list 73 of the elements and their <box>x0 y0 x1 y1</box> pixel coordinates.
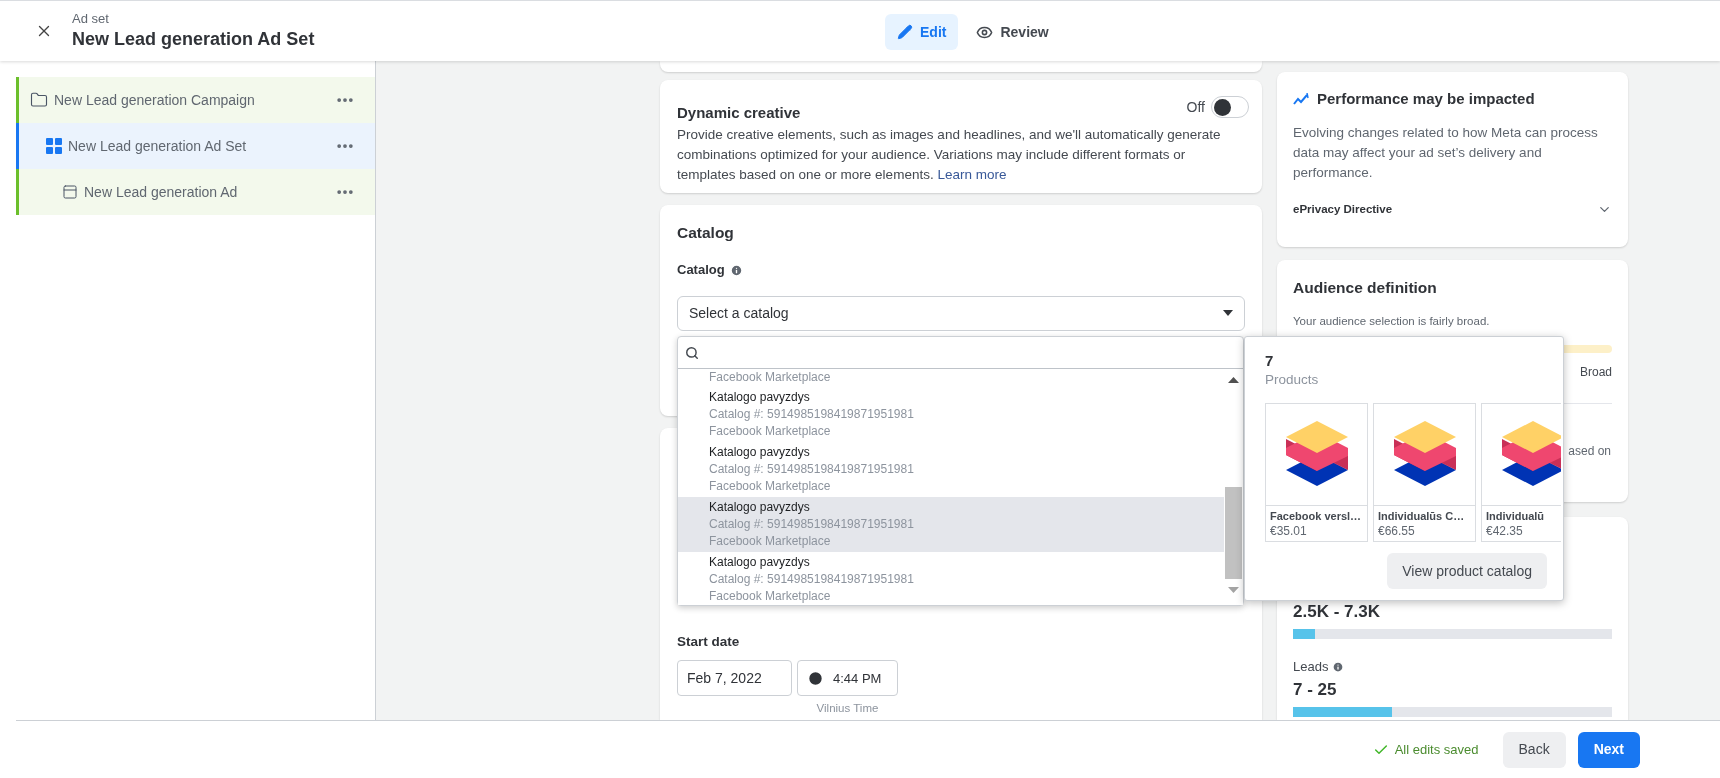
product-card[interactable]: Facebook versl… €35.01 <box>1265 403 1368 542</box>
catalog-select[interactable]: Select a catalog <box>677 295 1245 331</box>
caret-icon <box>1223 310 1233 317</box>
product-count-label: Products <box>1265 371 1320 389</box>
window-icon <box>62 184 78 200</box>
product-price: €35.01 <box>1270 524 1308 539</box>
catalog-marketplace: Facebook Marketplace <box>709 588 832 605</box>
catalog-option[interactable]: Katalogo pavyzdys Catalog #: 5914985198419871951981 Facebook Marketplace <box>678 497 1224 552</box>
product-name: Facebook versl… <box>1270 509 1362 524</box>
product-price: €42.35 <box>1486 524 1524 539</box>
toggle-switch[interactable] <box>1211 96 1249 118</box>
back-button[interactable]: Back <box>1502 731 1566 768</box>
product-name: Individualū <box>1486 509 1545 524</box>
catalog-number: Catalog #: 5914985198419871951981 <box>709 571 915 588</box>
catalog-number: Catalog #: 5914985198419871951981 <box>709 406 915 423</box>
catalog-name: Katalogo pavyzdys <box>709 499 811 516</box>
product-price: €66.55 <box>1378 524 1416 539</box>
accordion-header[interactable]: ePrivacy Directive <box>1293 200 1612 218</box>
learn-more-link[interactable]: Learn more <box>937 166 1007 182</box>
card-title: Performance may be impacted <box>1317 89 1535 109</box>
scroll-up-icon[interactable] <box>1228 377 1239 383</box>
card-text: Evolving changes related to how Meta can process data may affect your ad set’s delivery and performance. <box>1293 123 1599 182</box>
scroll-down-icon[interactable] <box>1228 587 1239 593</box>
card-text: ased on <box>1568 442 1611 460</box>
trend-icon <box>1293 92 1309 106</box>
date-field[interactable]: Feb 7, 2022 <box>677 660 792 697</box>
catalog-marketplace: Facebook Marketplace <box>709 478 832 495</box>
section-description: Provide creative elements, such as images and headlines, and we'll automatically generate combinations optimized for your audience. Variations may include different formats or templates based on one or more elements. Learn more <box>677 125 1222 184</box>
folder-icon <box>30 91 48 109</box>
info-icon[interactable] <box>1332 660 1345 673</box>
field-label: Catalog <box>677 261 725 280</box>
header-subtitle: Ad set <box>72 11 110 27</box>
tree-item[interactable]: New Lead generation Ad <box>16 169 375 215</box>
next-button[interactable]: Next <box>1577 731 1640 768</box>
header-title: New Lead generation Ad Set <box>72 28 315 51</box>
catalog-number: Catalog #: 5914985198419871951981 <box>709 516 915 533</box>
time-field[interactable]: 4:44 PM <box>797 660 898 697</box>
product-count: 7 <box>1265 351 1275 371</box>
catalog-name: Katalogo pavyzdys <box>709 444 811 461</box>
info-icon[interactable] <box>729 263 743 277</box>
pencil-icon <box>897 24 913 40</box>
scrollbar[interactable] <box>1224 369 1243 605</box>
product-card[interactable]: Individualūs C… €66.55 <box>1373 403 1476 542</box>
timezone-label: Vilnius Time <box>816 701 879 717</box>
estimate-value: 2.5K - 7.3K <box>1293 601 1381 623</box>
tree-item-label: New Lead generation Campaign <box>54 90 256 110</box>
catalog-marketplace: Facebook Marketplace <box>709 423 832 440</box>
catalog-marketplace: Facebook Marketplace <box>709 533 832 550</box>
toggle-label: Off <box>1186 97 1205 117</box>
grid-icon <box>46 138 62 154</box>
save-status: All edits saved <box>1394 740 1479 759</box>
catalog-marketplace: Facebook Marketplace <box>709 369 832 386</box>
card-title: Audience definition <box>1293 278 1438 298</box>
catalog-name: Katalogo pavyzdys <box>709 389 811 406</box>
catalog-option[interactable]: Katalogo pavyzdys Catalog #: 5914985198419871951981 Facebook Marketplace <box>678 552 1224 605</box>
mode-tab[interactable]: Edit <box>885 14 959 50</box>
search-icon <box>685 345 699 360</box>
meter-label: Broad <box>1579 363 1612 381</box>
tree-item[interactable]: New Lead generation Ad Set <box>16 123 375 169</box>
section-title: Catalog <box>677 223 735 243</box>
estimate-label: Leads <box>1293 658 1329 676</box>
catalog-name: Katalogo pavyzdys <box>709 554 811 571</box>
product-name: Individualūs C… <box>1378 509 1465 524</box>
tree-item[interactable]: New Lead generation Campaign <box>16 77 375 123</box>
tree-item-label: New Lead generation Ad Set <box>68 136 248 156</box>
estimate-value: 7 - 25 <box>1293 678 1338 701</box>
product-card[interactable]: Individualū €42.35 <box>1481 403 1561 542</box>
section-title: Dynamic creative <box>677 103 801 123</box>
tree-item-label: New Lead generation Ad <box>84 182 239 202</box>
card-text: Your audience selection is fairly broad. <box>1293 314 1491 330</box>
field-label: Start date <box>677 633 741 651</box>
catalog-number: Catalog #: 5914985198419871951981 <box>709 461 915 478</box>
view-catalog-button[interactable]: View product catalog <box>1387 553 1547 589</box>
